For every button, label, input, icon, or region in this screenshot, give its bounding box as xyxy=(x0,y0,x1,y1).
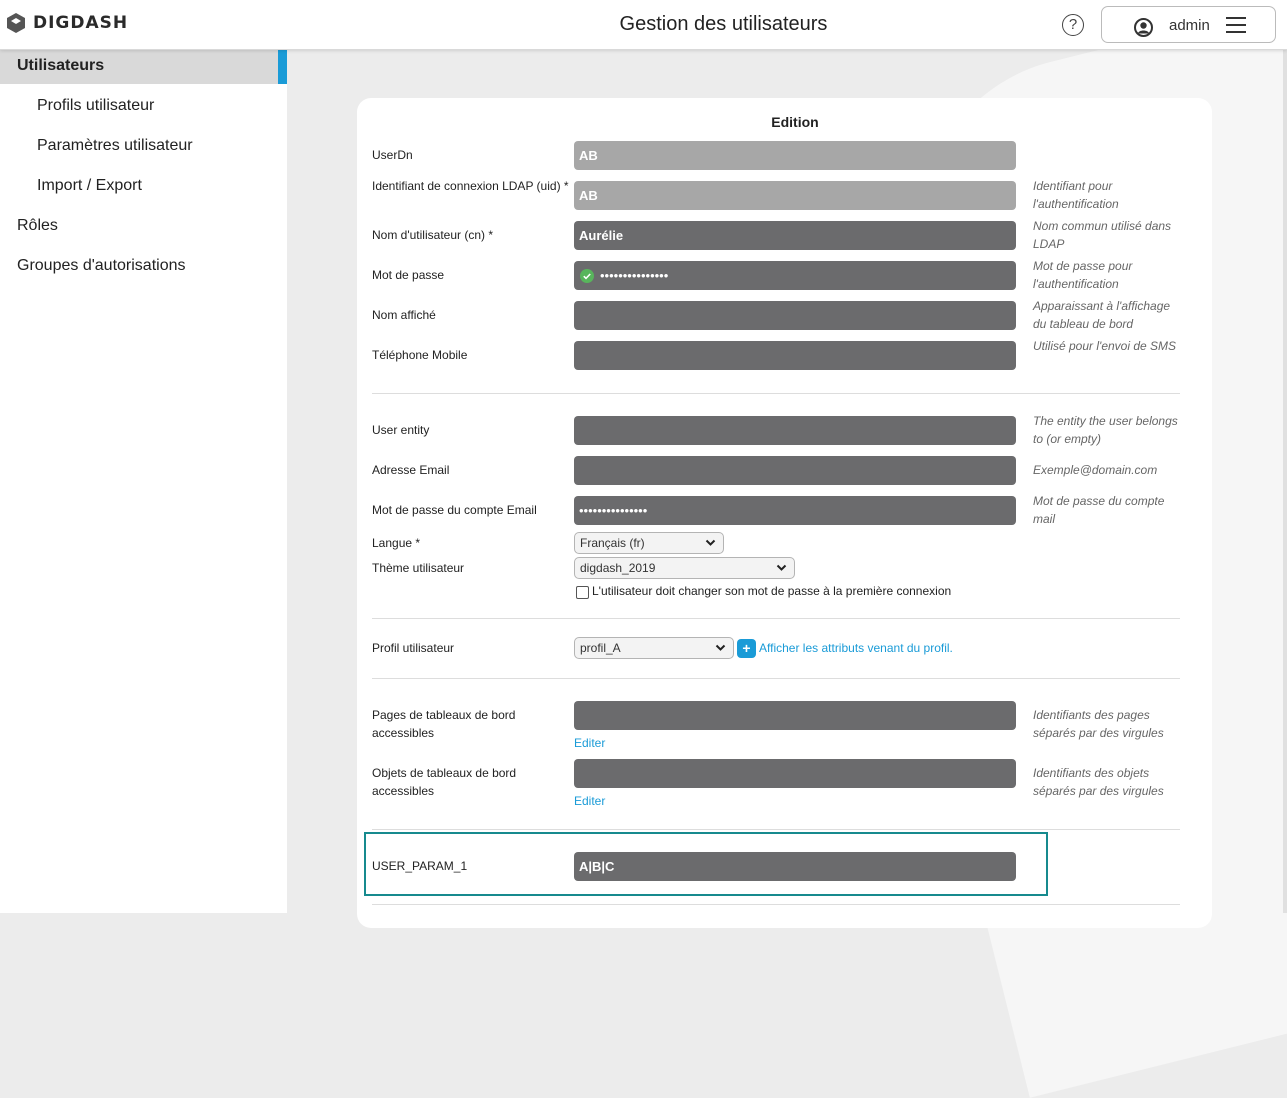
chevron-down-icon xyxy=(705,539,716,546)
uid-input[interactable]: AB xyxy=(574,181,1016,210)
logo-text: DIGDASH xyxy=(33,13,129,33)
logo[interactable]: DIGDASH xyxy=(5,12,128,34)
email-password-input[interactable]: ••••••••••••••• xyxy=(574,496,1016,525)
edition-form-card: Edition UserDn AB Identifiant de connexi… xyxy=(357,98,1212,928)
scrollbar[interactable] xyxy=(1283,50,1287,913)
cn-label: Nom d'utilisateur (cn) * xyxy=(372,228,493,242)
language-value: Français (fr) xyxy=(580,536,645,550)
user-param-1-input[interactable]: A|B|C xyxy=(574,852,1016,881)
objects-input[interactable] xyxy=(574,759,1016,788)
pages-label: Pages de tableaux de bord accessibles xyxy=(372,708,516,740)
chevron-down-icon xyxy=(715,644,726,651)
sidebar: Utilisateurs Profils utilisateur Paramèt… xyxy=(0,48,287,913)
password-value: ••••••••••••••• xyxy=(600,268,669,283)
entity-hint: The entity the user belongs to (or empty… xyxy=(1033,414,1178,446)
display-name-label: Nom affiché xyxy=(372,308,436,322)
sidebar-item-profils-utilisateur[interactable]: Profils utilisateur xyxy=(0,88,287,124)
userdn-input[interactable]: AB xyxy=(574,141,1016,170)
top-bar: DIGDASH Gestion des utilisateurs ? admin xyxy=(0,0,1287,50)
mobile-input[interactable] xyxy=(574,341,1016,370)
sidebar-item-parametres-utilisateur[interactable]: Paramètres utilisateur xyxy=(0,128,287,164)
hamburger-menu-icon[interactable] xyxy=(1226,17,1246,38)
theme-value: digdash_2019 xyxy=(580,561,656,575)
objects-hint: Identifiants des objets séparés par des … xyxy=(1033,766,1164,798)
email-password-label: Mot de passe du compte Email xyxy=(372,503,537,517)
display-name-hint: Apparaissant à l'affichage du tableau de… xyxy=(1033,299,1171,331)
chevron-down-icon xyxy=(776,564,787,571)
mobile-label: Téléphone Mobile xyxy=(372,348,468,362)
password-hint: Mot de passe pour l'authentification xyxy=(1033,259,1133,291)
user-avatar-icon xyxy=(1134,18,1153,37)
show-profile-attributes-link[interactable]: Afficher les attributs venant du profil. xyxy=(759,641,953,655)
cn-input[interactable]: Aurélie xyxy=(574,221,1016,250)
password-label: Mot de passe xyxy=(372,268,445,282)
section-divider xyxy=(372,829,1180,830)
uid-hint: Identifiant pour l'authentification xyxy=(1033,179,1119,211)
email-hint: Exemple@domain.com xyxy=(1033,463,1158,477)
sidebar-item-import-export[interactable]: Import / Export xyxy=(0,168,287,204)
mobile-hint: Utilisé pour l'envoi de SMS xyxy=(1033,339,1177,353)
display-name-input[interactable] xyxy=(574,301,1016,330)
user-name: admin xyxy=(1169,17,1210,34)
password-input[interactable]: ••••••••••••••• xyxy=(574,261,1016,290)
help-icon[interactable]: ? xyxy=(1062,14,1084,36)
email-label: Adresse Email xyxy=(372,463,450,477)
pages-edit-link[interactable]: Editer xyxy=(574,736,605,750)
theme-label: Thème utilisateur xyxy=(372,561,465,575)
language-select[interactable]: Français (fr) xyxy=(574,532,724,554)
uid-label: Identifiant de connexion LDAP (uid) * xyxy=(372,179,569,193)
section-divider xyxy=(372,618,1180,619)
cn-hint: Nom commun utilisé dans LDAP xyxy=(1033,219,1172,251)
sidebar-item-roles[interactable]: Rôles xyxy=(0,208,287,244)
entity-label: User entity xyxy=(372,423,430,437)
email-input[interactable] xyxy=(574,456,1016,485)
force-password-change-checkbox[interactable] xyxy=(576,586,589,599)
profile-select[interactable]: profil_A xyxy=(574,637,734,659)
sidebar-item-groupes-autorisations[interactable]: Groupes d'autorisations xyxy=(0,248,287,284)
pages-hint: Identifiants des pages séparés par des v… xyxy=(1033,708,1164,740)
theme-select[interactable]: digdash_2019 xyxy=(574,557,795,579)
password-valid-check-icon xyxy=(580,269,594,283)
force-password-change-label[interactable]: L'utilisateur doit changer son mot de pa… xyxy=(592,582,1012,600)
userdn-label: UserDn xyxy=(372,148,413,162)
user-menu-button[interactable]: admin xyxy=(1101,6,1276,43)
objects-edit-link[interactable]: Editer xyxy=(574,794,605,808)
section-divider xyxy=(372,904,1180,905)
digdash-logo-icon xyxy=(7,13,25,33)
pages-input[interactable] xyxy=(574,701,1016,730)
entity-input[interactable] xyxy=(574,416,1016,445)
form-title: Edition xyxy=(771,114,819,130)
sidebar-item-utilisateurs[interactable]: Utilisateurs xyxy=(0,48,287,84)
section-divider xyxy=(372,393,1180,394)
profile-value: profil_A xyxy=(580,641,621,655)
profile-label: Profil utilisateur xyxy=(372,641,455,655)
objects-label: Objets de tableaux de bord accessibles xyxy=(372,766,517,798)
user-param-1-label: USER_PARAM_1 xyxy=(372,859,468,873)
page-title: Gestion des utilisateurs xyxy=(619,13,828,35)
language-label: Langue * xyxy=(372,536,421,550)
add-profile-attributes-icon[interactable]: + xyxy=(737,639,756,658)
section-divider xyxy=(372,678,1180,679)
email-password-hint: Mot de passe du compte mail xyxy=(1033,494,1165,526)
